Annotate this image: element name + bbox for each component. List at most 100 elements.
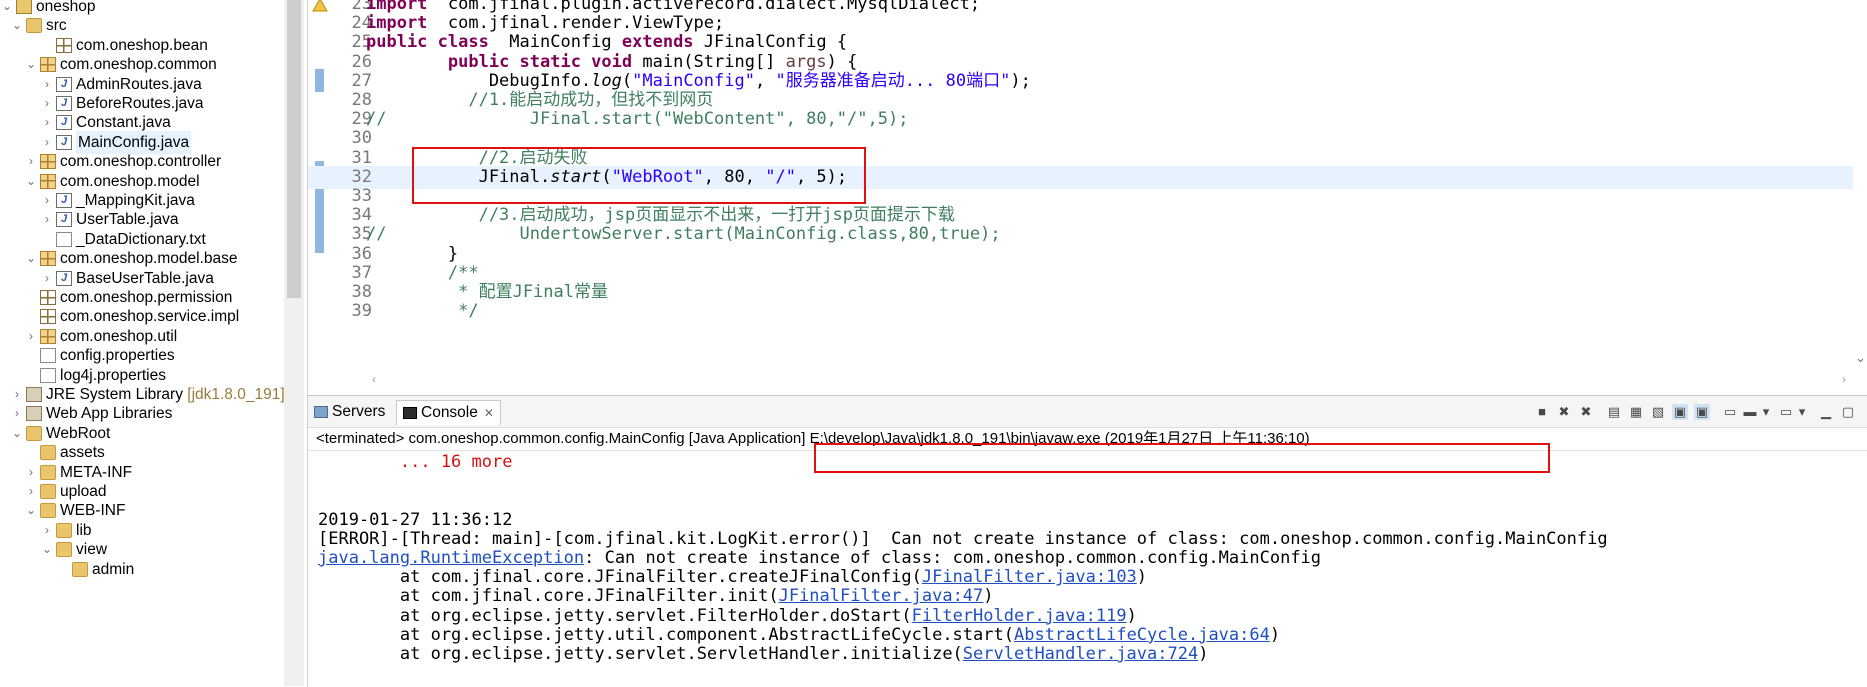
tree-item-text: com.oneshop.common (60, 56, 217, 74)
java-file-icon: J (56, 270, 72, 286)
console-text: 2019-01-27 11:36:12 (318, 509, 513, 530)
code-editor[interactable]: 23 import com.jfinal.plugin.activerecord.… (307, 0, 1867, 395)
java-file-icon: J (56, 76, 72, 92)
display-console-icon[interactable]: ▬ (1742, 404, 1758, 420)
console-text: at com.jfinal.core.JFinalFilter.createJF… (318, 567, 922, 588)
chevron-down-icon[interactable]: ▾ (1794, 404, 1810, 420)
console-text: ) (1126, 605, 1137, 626)
chevron-right-icon[interactable]: › (24, 325, 38, 348)
console-text: ) (1269, 624, 1281, 645)
code-token: ( (621, 70, 633, 91)
code-token: public static void (447, 51, 633, 72)
scroll-left-icon[interactable]: ‹ (372, 372, 376, 386)
tree-item-text: lib (76, 521, 92, 539)
word-wrap-icon[interactable]: ▧ (1650, 404, 1666, 420)
tree-item-text: com.oneshop.util (60, 327, 178, 345)
show-on-output-icon[interactable]: ▣ (1672, 404, 1688, 420)
explorer-scrollbar-thumb[interactable] (287, 0, 301, 298)
chevron-down-icon[interactable]: ⌄ (24, 170, 38, 193)
editor-horizontal-scrollbar[interactable]: ‹ › (372, 372, 1852, 390)
tab-servers[interactable]: Servers (314, 400, 385, 424)
tree-item-decoration: [jdk1.8.0_191] (182, 386, 285, 403)
source-folder-icon (26, 18, 42, 34)
chevron-down-icon[interactable]: ⌄ (24, 247, 38, 270)
java-file-icon: J (56, 96, 72, 111)
stack-trace-link[interactable]: JFinalFilter.java:103 (922, 567, 1137, 587)
tree-item-text: src (46, 17, 67, 35)
explorer-scrollbar[interactable] (284, 0, 304, 686)
minimize-icon[interactable]: ▁ (1818, 404, 1834, 420)
stack-trace-link[interactable]: AbstractLifeCycle.java:64 (1014, 625, 1270, 645)
remove-all-icon[interactable]: ✖ (1578, 404, 1594, 420)
remove-launch-icon[interactable]: ✖ (1556, 404, 1572, 420)
code-token: log (591, 70, 622, 91)
tree-item-text: com.oneshop.controller (60, 153, 222, 171)
console-text: ... 16 more (318, 452, 513, 472)
chevron-right-icon[interactable]: › (40, 208, 54, 231)
chevron-right-icon[interactable]: › (40, 131, 54, 154)
chevron-down-icon[interactable]: ⌄ (40, 538, 54, 561)
tab-console[interactable]: Console ✕ (396, 400, 501, 425)
maximize-icon[interactable]: ▢ (1840, 404, 1856, 420)
chevron-down-icon[interactable]: ⌄ (10, 422, 24, 445)
scroll-down-icon[interactable]: ⌄ (1855, 350, 1866, 366)
code-token: args (785, 51, 827, 72)
folder-icon (40, 503, 56, 519)
package-icon (40, 251, 56, 267)
tree-item-text: com.oneshop.model (60, 172, 200, 190)
stack-trace-link[interactable]: FilterHolder.java:119 (912, 606, 1127, 626)
chevron-right-icon[interactable]: › (40, 267, 54, 290)
tab-console-label: Console (421, 404, 478, 421)
code-token: "WebRoot" (611, 166, 704, 187)
console-text: ) (1136, 567, 1148, 588)
terminate-icon[interactable]: ■ (1534, 404, 1550, 420)
code-line[interactable]: 39 */ (308, 300, 1853, 323)
stack-trace-link[interactable]: java.lang.RuntimeException (318, 548, 584, 568)
java-file-icon: J (56, 212, 72, 228)
close-icon[interactable]: ✕ (484, 406, 494, 420)
java-file-icon: J (56, 193, 72, 208)
code-token: public class (366, 32, 489, 53)
tree-item-text: BaseUserTable.java (76, 269, 214, 287)
stack-trace-link[interactable]: ServletHandler.java:724 (963, 644, 1198, 664)
open-console-icon[interactable]: ▭ (1778, 404, 1794, 420)
chevron-down-icon[interactable]: ▾ (1758, 404, 1774, 420)
pin-console-icon[interactable]: ▭ (1722, 404, 1738, 420)
code-token: // UndertowServer.start(MainConfig.class… (366, 224, 1001, 245)
package-icon (40, 290, 56, 305)
code-token: /** (366, 262, 479, 283)
file-icon (40, 367, 56, 383)
chevron-down-icon[interactable]: ⌄ (24, 499, 38, 522)
tree-item-text: _MappingKit.java (76, 192, 195, 209)
tab-servers-label: Servers (332, 403, 386, 420)
console-panel: Servers Console ✕ ■ ✖ ✖ ▤ ▦ ▧ ▣ ▣ ▭ ▬ ▾ ▭… (307, 395, 1867, 687)
code-token: com.jfinal.render.ViewType; (427, 13, 725, 34)
stack-trace-link[interactable]: JFinalFilter.java:47 (779, 586, 984, 606)
scroll-right-icon[interactable]: › (1842, 372, 1846, 386)
tree-item-text: com.oneshop.bean (76, 36, 208, 54)
file-icon (56, 231, 72, 247)
folder-icon (40, 464, 56, 480)
clear-console-icon[interactable]: ▤ (1606, 404, 1622, 420)
code-token: , 5); (795, 166, 848, 187)
scroll-lock-icon[interactable]: ▦ (1628, 404, 1644, 420)
code-token: ) { (826, 51, 858, 72)
code-token: import (366, 13, 428, 34)
tree-item-text: META-INF (60, 463, 133, 481)
code-text: */ (366, 300, 478, 323)
tree-item-text: JRE System Library (46, 386, 183, 403)
tree-item-text: WEB-INF (60, 502, 126, 520)
code-token: } (366, 243, 459, 264)
package-icon (56, 37, 72, 53)
tree-item-label: src (46, 14, 67, 37)
console-text: [ERROR]-[Thread: main]-[com.jfinal.kit.L… (318, 528, 1608, 549)
tree-item-text: upload (60, 483, 107, 500)
editor-vertical-scrollbar[interactable]: ⌄ (1853, 0, 1867, 372)
code-token: "/" (765, 166, 796, 187)
show-on-error-icon[interactable]: ▣ (1694, 404, 1710, 420)
chevron-down-icon[interactable]: ⌄ (24, 53, 38, 76)
chevron-down-icon[interactable]: ⌄ (10, 14, 24, 37)
tree-item-text: BeforeRoutes.java (76, 95, 204, 112)
code-token: ); (1010, 70, 1031, 91)
